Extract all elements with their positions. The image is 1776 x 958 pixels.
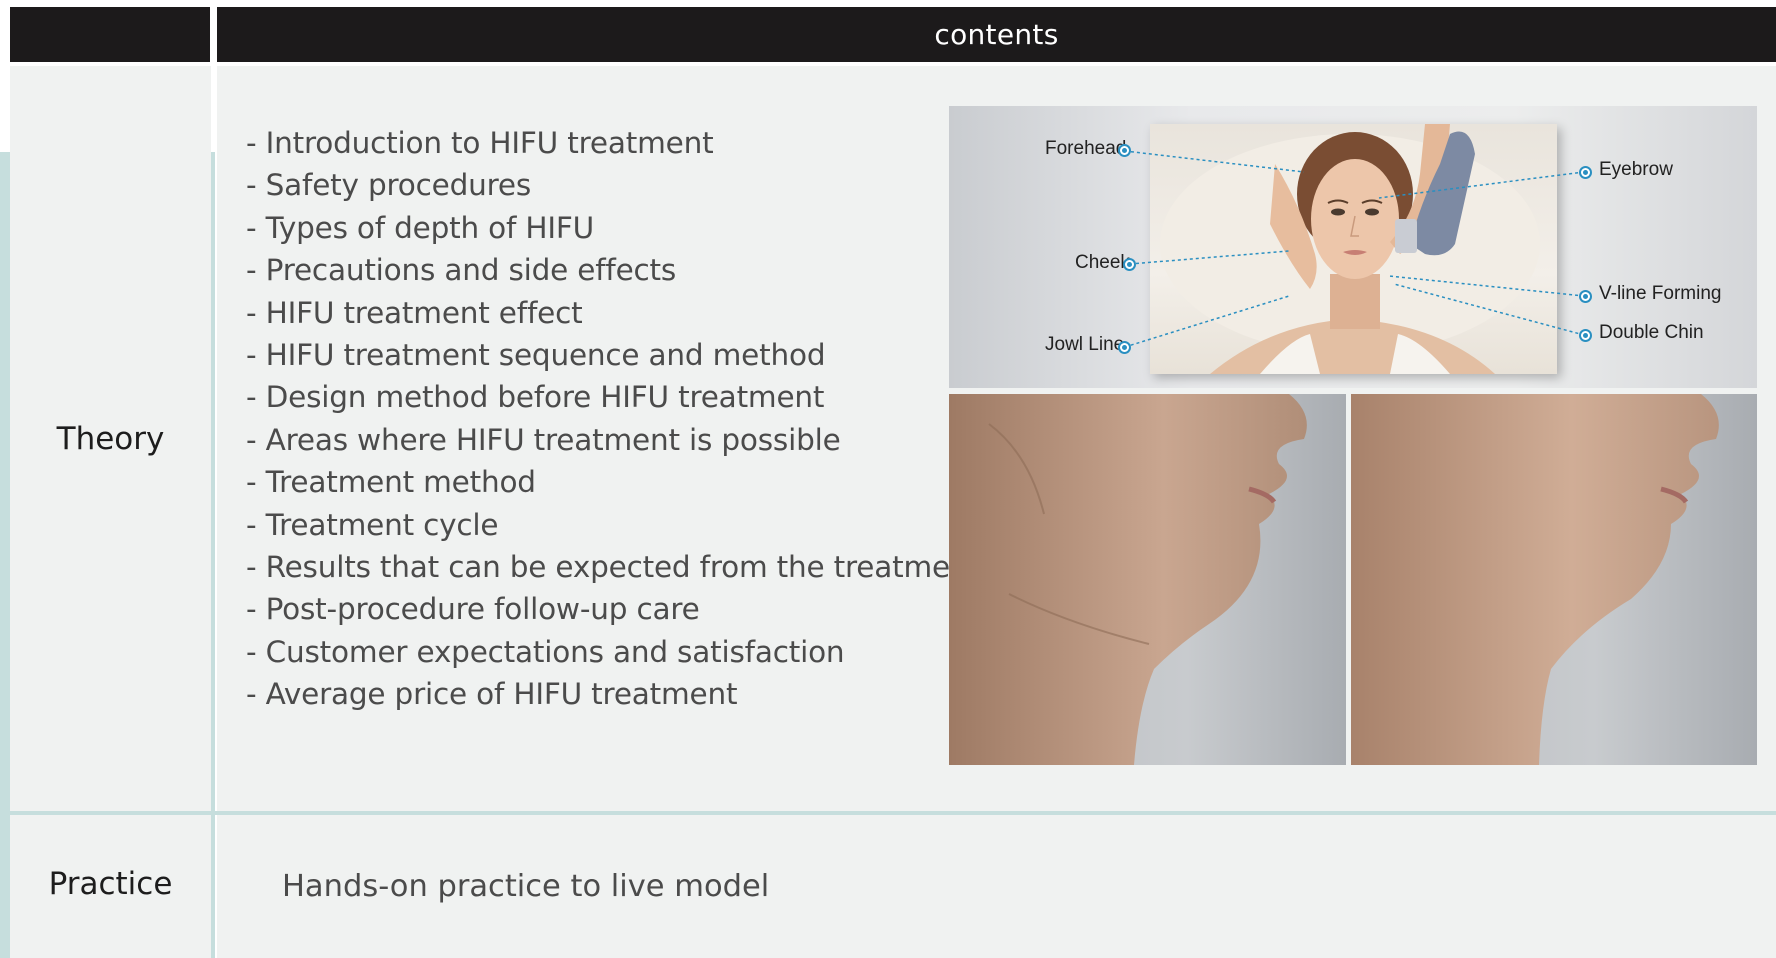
before-neck-illustration [949,394,1307,765]
topic-item: - Treatment cycle [246,507,499,542]
theory-label: Theory [56,421,165,457]
eyebrow-label: Eyebrow [1599,159,1673,180]
forehead-label: Forehead [1045,138,1127,159]
topic-item: - Safety procedures [246,168,532,203]
topic-item: - Treatment method [246,465,536,500]
hifu-face-diagram: Forehead Cheek Jowl Line Eyebrow V-line … [949,106,1757,388]
topic-item: - Introduction to HIFU treatment [246,126,714,160]
topic-item: - Average price of HIFU treatment [246,677,738,712]
topic-item: - Design method before HIFU treatment [246,380,825,415]
topic-item: - Types of depth of HIFU [246,210,595,245]
practice-label: Practice [48,866,173,902]
after-photo [1351,394,1757,765]
before-photo [949,394,1346,765]
topic-item: - HIFU treatment sequence and method [246,338,826,373]
forehead-marker-icon [1118,144,1131,157]
jowl-line-label: Jowl Line [1045,334,1125,355]
double-chin-marker-icon [1579,329,1592,342]
topic-item: - Post-procedure follow-up care [246,592,700,627]
v-line-marker-icon [1579,290,1592,303]
header-corner [10,7,210,62]
jowl-line-marker-icon [1118,341,1131,354]
left-accent-bar [0,152,10,958]
row-divider [10,811,1776,815]
cheek-marker-icon [1123,258,1136,271]
topic-item: - Areas where HIFU treatment is possible [246,422,841,457]
eyebrow-marker-icon [1579,166,1592,179]
cheek-label: Cheek [1075,252,1130,273]
topic-item: - HIFU treatment effect [246,295,583,330]
double-chin-label: Double Chin [1599,322,1704,343]
theory-topic-list: - Introduction to HIFU treatment - Safet… [246,122,980,716]
v-line-label: V-line Forming [1599,283,1722,304]
after-neck-illustration [1351,394,1719,765]
contents-header: contents [217,7,1776,62]
topic-item: - Customer expectations and satisfaction [246,634,845,669]
topic-item: - Results that can be expected from the … [246,550,980,585]
topic-item: - Precautions and side effects [246,253,677,288]
contents-title: contents [934,18,1059,51]
column-divider [211,152,215,958]
practice-description: Hands-on practice to live model [282,869,770,904]
